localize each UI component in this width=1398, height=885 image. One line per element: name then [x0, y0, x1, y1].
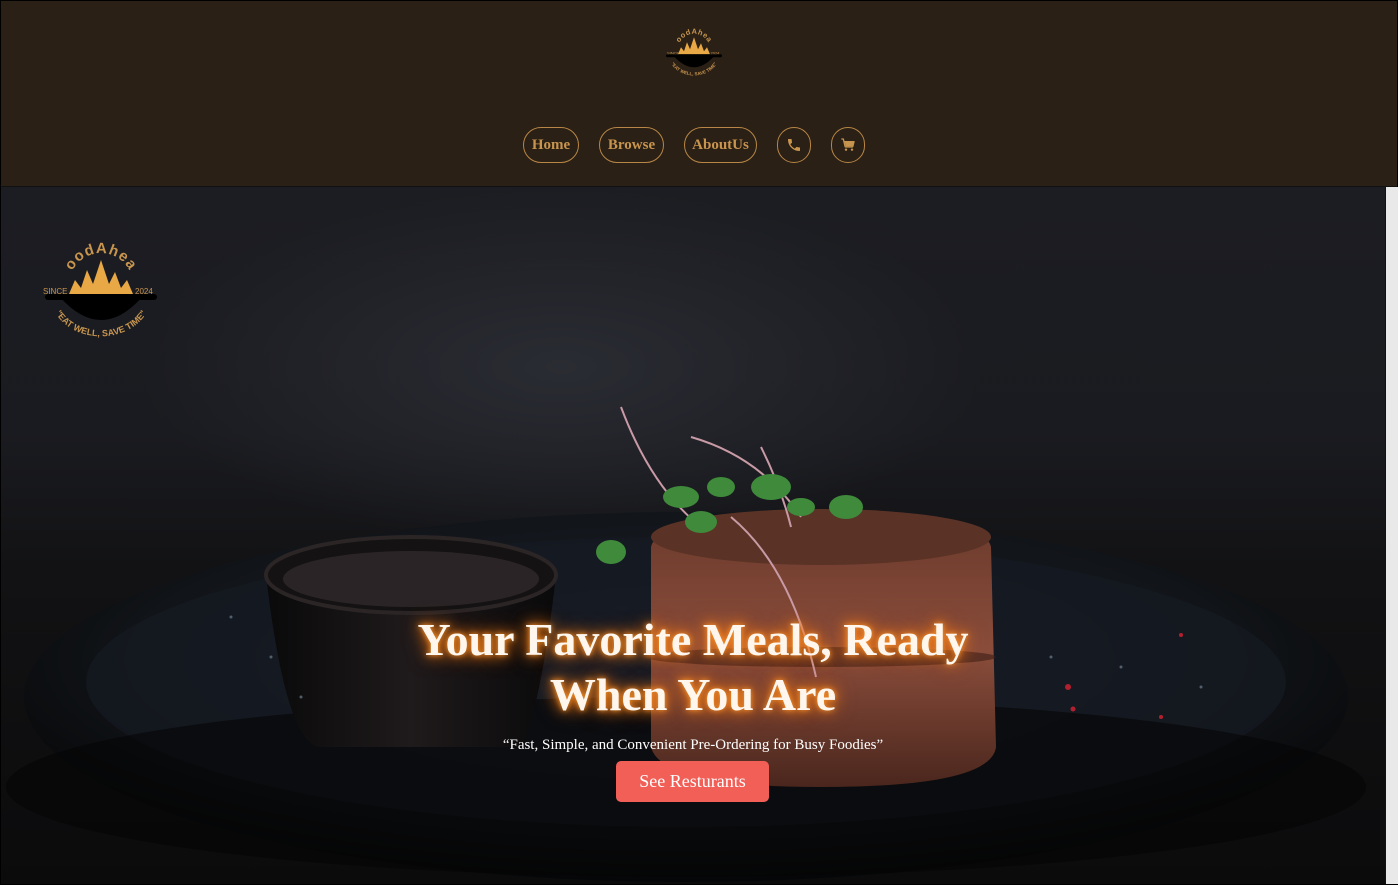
nav-cart-button[interactable]	[831, 127, 865, 163]
page-scrollbar-track	[1386, 187, 1398, 884]
brand-logo[interactable]: FoodAhead SINCE 2024 "EAT WELL, SAVE TIM…	[659, 23, 729, 81]
svg-text:FoodAhead: FoodAhead	[659, 23, 715, 44]
main-nav: Home Browse AboutUs	[523, 127, 865, 163]
nav-browse[interactable]: Browse	[599, 127, 664, 163]
nav-home[interactable]: Home	[523, 127, 579, 163]
hero-subtitle: “Fast, Simple, and Convenient Pre-Orderi…	[502, 737, 884, 753]
svg-text:FoodAhead: FoodAhead	[31, 232, 141, 273]
nav-phone-button[interactable]	[777, 127, 811, 163]
phone-icon	[788, 139, 800, 151]
hero-title: Your Favorite Meals, Ready When You Are	[1, 612, 1385, 722]
cart-icon	[841, 138, 855, 151]
site-header: FoodAhead SINCE 2024 "EAT WELL, SAVE TIM…	[1, 1, 1397, 186]
hero-title-line-2: When You Are	[549, 669, 837, 720]
hero-title-line-1: Your Favorite Meals, Ready	[417, 614, 969, 665]
nav-about-us[interactable]: AboutUs	[684, 127, 757, 163]
hero-section: FoodAhead SINCE 2024 "EAT WELL, SAVE TIM…	[1, 187, 1385, 884]
see-restaurants-button[interactable]: See Resturants	[616, 761, 769, 802]
logo-brand-name: FoodAhead	[659, 23, 714, 44]
hero-brand-logo: FoodAhead SINCE 2024 "EAT WELL, SAVE TIM…	[31, 232, 157, 338]
